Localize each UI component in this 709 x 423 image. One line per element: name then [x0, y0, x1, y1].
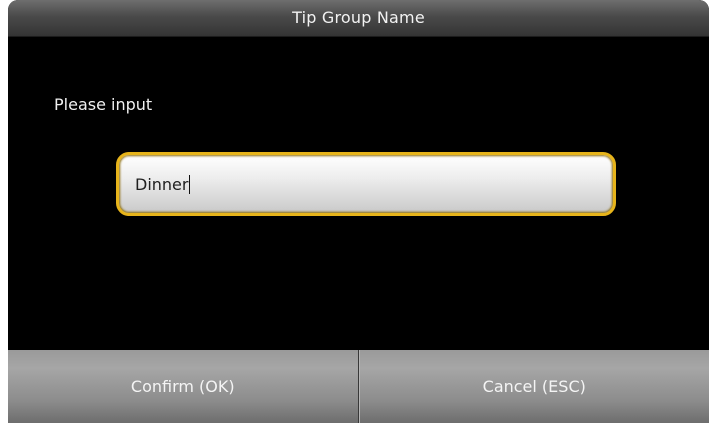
title-bar: Tip Group Name: [8, 0, 709, 37]
input-value-wrapper: Dinner: [135, 175, 191, 194]
prompt-label: Please input: [54, 95, 153, 114]
device-screen: Tip Group Name Please input Dinner Confi…: [8, 0, 709, 423]
cancel-button[interactable]: Cancel (ESC): [358, 350, 709, 423]
confirm-button-label: Confirm (OK): [130, 377, 235, 396]
cancel-button-label: Cancel (ESC): [482, 377, 586, 396]
confirm-button[interactable]: Confirm (OK): [8, 350, 359, 423]
input-value: Dinner: [135, 175, 189, 194]
dialog-title: Tip Group Name: [292, 7, 425, 27]
button-bar: Confirm (OK) Cancel (ESC): [8, 350, 709, 423]
tip-group-name-input[interactable]: Dinner: [116, 152, 616, 216]
text-caret: [189, 175, 191, 194]
